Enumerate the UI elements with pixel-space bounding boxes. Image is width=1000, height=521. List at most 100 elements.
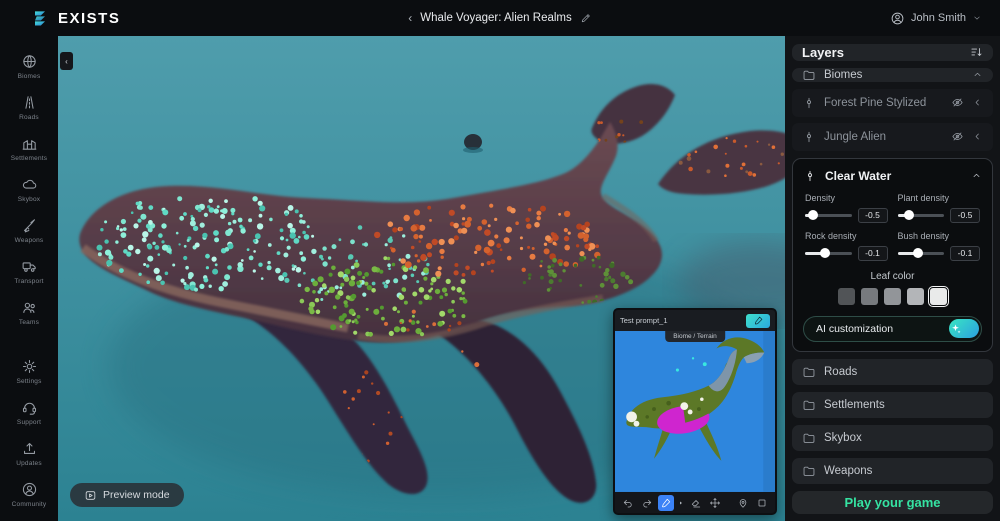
sidebar-item-label: Weapons <box>15 237 44 244</box>
folder-icon <box>802 365 816 379</box>
layer-row[interactable]: Forest Pine Stylized <box>792 89 993 117</box>
leaf-color-swatch[interactable] <box>884 288 901 305</box>
slider-track[interactable] <box>898 214 945 217</box>
brand[interactable]: EXISTS <box>30 8 120 28</box>
slider-label: Plant density <box>898 193 981 203</box>
section-weapons[interactable]: Weapons <box>792 458 993 484</box>
adjustments-icon <box>802 130 816 144</box>
sidebar-item-transport[interactable]: Transport <box>0 251 58 292</box>
sidebar-spacer <box>0 333 58 351</box>
move-tool[interactable] <box>707 495 723 511</box>
headset-icon <box>21 399 38 416</box>
slider-label: Bush density <box>898 231 981 241</box>
sidebar-item-settlements[interactable]: Settlements <box>0 128 58 169</box>
layer-order-icon[interactable] <box>969 45 983 59</box>
preview-icon <box>84 489 97 502</box>
leaf-color-swatch[interactable] <box>861 288 878 305</box>
user-menu[interactable]: John Smith <box>890 11 982 26</box>
section-label: Skybox <box>824 432 983 444</box>
edit-title-pencil-icon[interactable] <box>580 12 592 24</box>
slider-value[interactable]: -0.1 <box>858 246 888 261</box>
minimap-prompt-label[interactable]: Test prompt_1 <box>620 316 742 325</box>
page-title: Whale Voyager: Alien Realms <box>420 12 572 24</box>
folder-icon <box>802 464 816 478</box>
folder-icon <box>802 398 816 412</box>
sidebar-item-roads[interactable]: Roads <box>0 87 58 128</box>
brush-tool[interactable] <box>658 495 674 511</box>
sidebar-item-settings[interactable]: Settings <box>0 351 58 392</box>
slider-thumb[interactable] <box>913 248 923 258</box>
layer-clear-water-header[interactable]: Clear Water <box>793 161 992 191</box>
clear-water-panel: Clear Water Density-0.5Plant density-0.5… <box>792 158 993 352</box>
leaf-color-swatch[interactable] <box>907 288 924 305</box>
left-sidebar: BiomesRoadsSettlementsSkybox Weapons Trans… <box>0 36 58 521</box>
slider-rock-density: Rock density-0.1 <box>805 231 888 261</box>
preview-mode-button[interactable]: Preview mode <box>70 483 184 507</box>
chevron-up-icon <box>972 69 983 80</box>
leaf-color-swatch[interactable] <box>930 288 947 305</box>
slider-track[interactable] <box>898 252 945 255</box>
section-label: Settlements <box>824 399 983 411</box>
slider-value[interactable]: -0.5 <box>858 208 888 223</box>
slider-thumb[interactable] <box>820 248 830 258</box>
ai-generate-button[interactable] <box>949 319 979 338</box>
user-name: John Smith <box>911 12 966 24</box>
square-tool[interactable] <box>754 495 770 511</box>
eraser-tool[interactable] <box>688 495 704 511</box>
folder-icon <box>802 431 816 445</box>
minimap-mode-tab[interactable]: Biome / Terrain <box>665 331 725 342</box>
ai-customization-input[interactable]: AI customization <box>803 316 982 342</box>
slider-track[interactable] <box>805 214 852 217</box>
chevron-left-icon[interactable] <box>972 97 983 108</box>
sidebar-item-biomes[interactable]: Biomes <box>0 46 58 87</box>
sidebar-item-skybox[interactable]: Skybox <box>0 169 58 210</box>
leaf-color-swatches <box>805 288 980 305</box>
sidebar-item-support[interactable]: Support <box>0 392 58 433</box>
undo-tool[interactable] <box>620 495 636 511</box>
slider-thumb[interactable] <box>808 210 818 220</box>
slider-thumb[interactable] <box>904 210 914 220</box>
layer-clear-water-label: Clear Water <box>825 169 963 183</box>
visibility-eye-off-icon[interactable] <box>951 96 964 109</box>
viewport-3d[interactable]: ‹ Preview mode Test prompt_1 Biome / Ter… <box>58 36 785 521</box>
main-area: BiomesRoadsSettlementsSkyboxWeaponsTrans… <box>0 36 1000 521</box>
slider-track[interactable] <box>805 252 852 255</box>
layers-panel: Layers Biomes Forest Pine Stylized Jungle… <box>785 36 1000 521</box>
pin-tool[interactable] <box>735 495 751 511</box>
layers-title: Layers <box>802 45 961 60</box>
visibility-eye-off-icon[interactable] <box>951 130 964 143</box>
chevron-down-icon <box>972 13 982 23</box>
chevron-left-icon[interactable] <box>972 131 983 142</box>
layer-name: Jungle Alien <box>824 131 943 143</box>
sidebar-item-label: Transport <box>14 278 43 285</box>
minimap-toolbar <box>615 492 775 514</box>
slider-value[interactable]: -0.5 <box>950 208 980 223</box>
upload-icon <box>21 440 38 457</box>
layer-row[interactable]: Jungle Alien <box>792 123 993 151</box>
sidebar-item-weapons[interactable]: Weapons <box>0 210 58 251</box>
sidebar-item-teams[interactable]: Teams <box>0 292 58 333</box>
leaf-color-swatch[interactable] <box>838 288 855 305</box>
sidebar-collapse-handle[interactable]: ‹ <box>60 52 73 70</box>
section-roads[interactable]: Roads <box>792 359 993 385</box>
sidebar-item-label: Settings <box>16 378 41 385</box>
buildings-icon <box>21 135 38 152</box>
play-your-game-button[interactable]: Play your game <box>792 491 993 514</box>
sidebar-item-community[interactable]: Community <box>0 474 58 515</box>
exists-logo-icon <box>30 8 50 28</box>
minimap-map-area[interactable]: Biome / Terrain <box>615 331 775 492</box>
section-settlements[interactable]: Settlements <box>792 392 993 418</box>
section-label: Weapons <box>824 465 983 477</box>
slider-value[interactable]: -0.1 <box>950 246 980 261</box>
section-biomes[interactable]: Biomes <box>792 68 993 82</box>
sidebar-item-label: Community <box>12 501 47 508</box>
section-skybox[interactable]: Skybox <box>792 425 993 451</box>
minimap-generate-button[interactable] <box>746 314 770 328</box>
gear-icon <box>21 358 38 375</box>
density-sliders: Density-0.5Plant density-0.5Rock density… <box>793 191 992 261</box>
back-chevron-icon[interactable]: ‹ <box>408 11 412 25</box>
app-window: EXISTS ‹ Whale Voyager: Alien Realms Joh… <box>0 0 1000 521</box>
redo-tool[interactable] <box>639 495 655 511</box>
brush-caret-tool[interactable] <box>677 495 685 511</box>
sidebar-item-updates[interactable]: Updates <box>0 433 58 474</box>
